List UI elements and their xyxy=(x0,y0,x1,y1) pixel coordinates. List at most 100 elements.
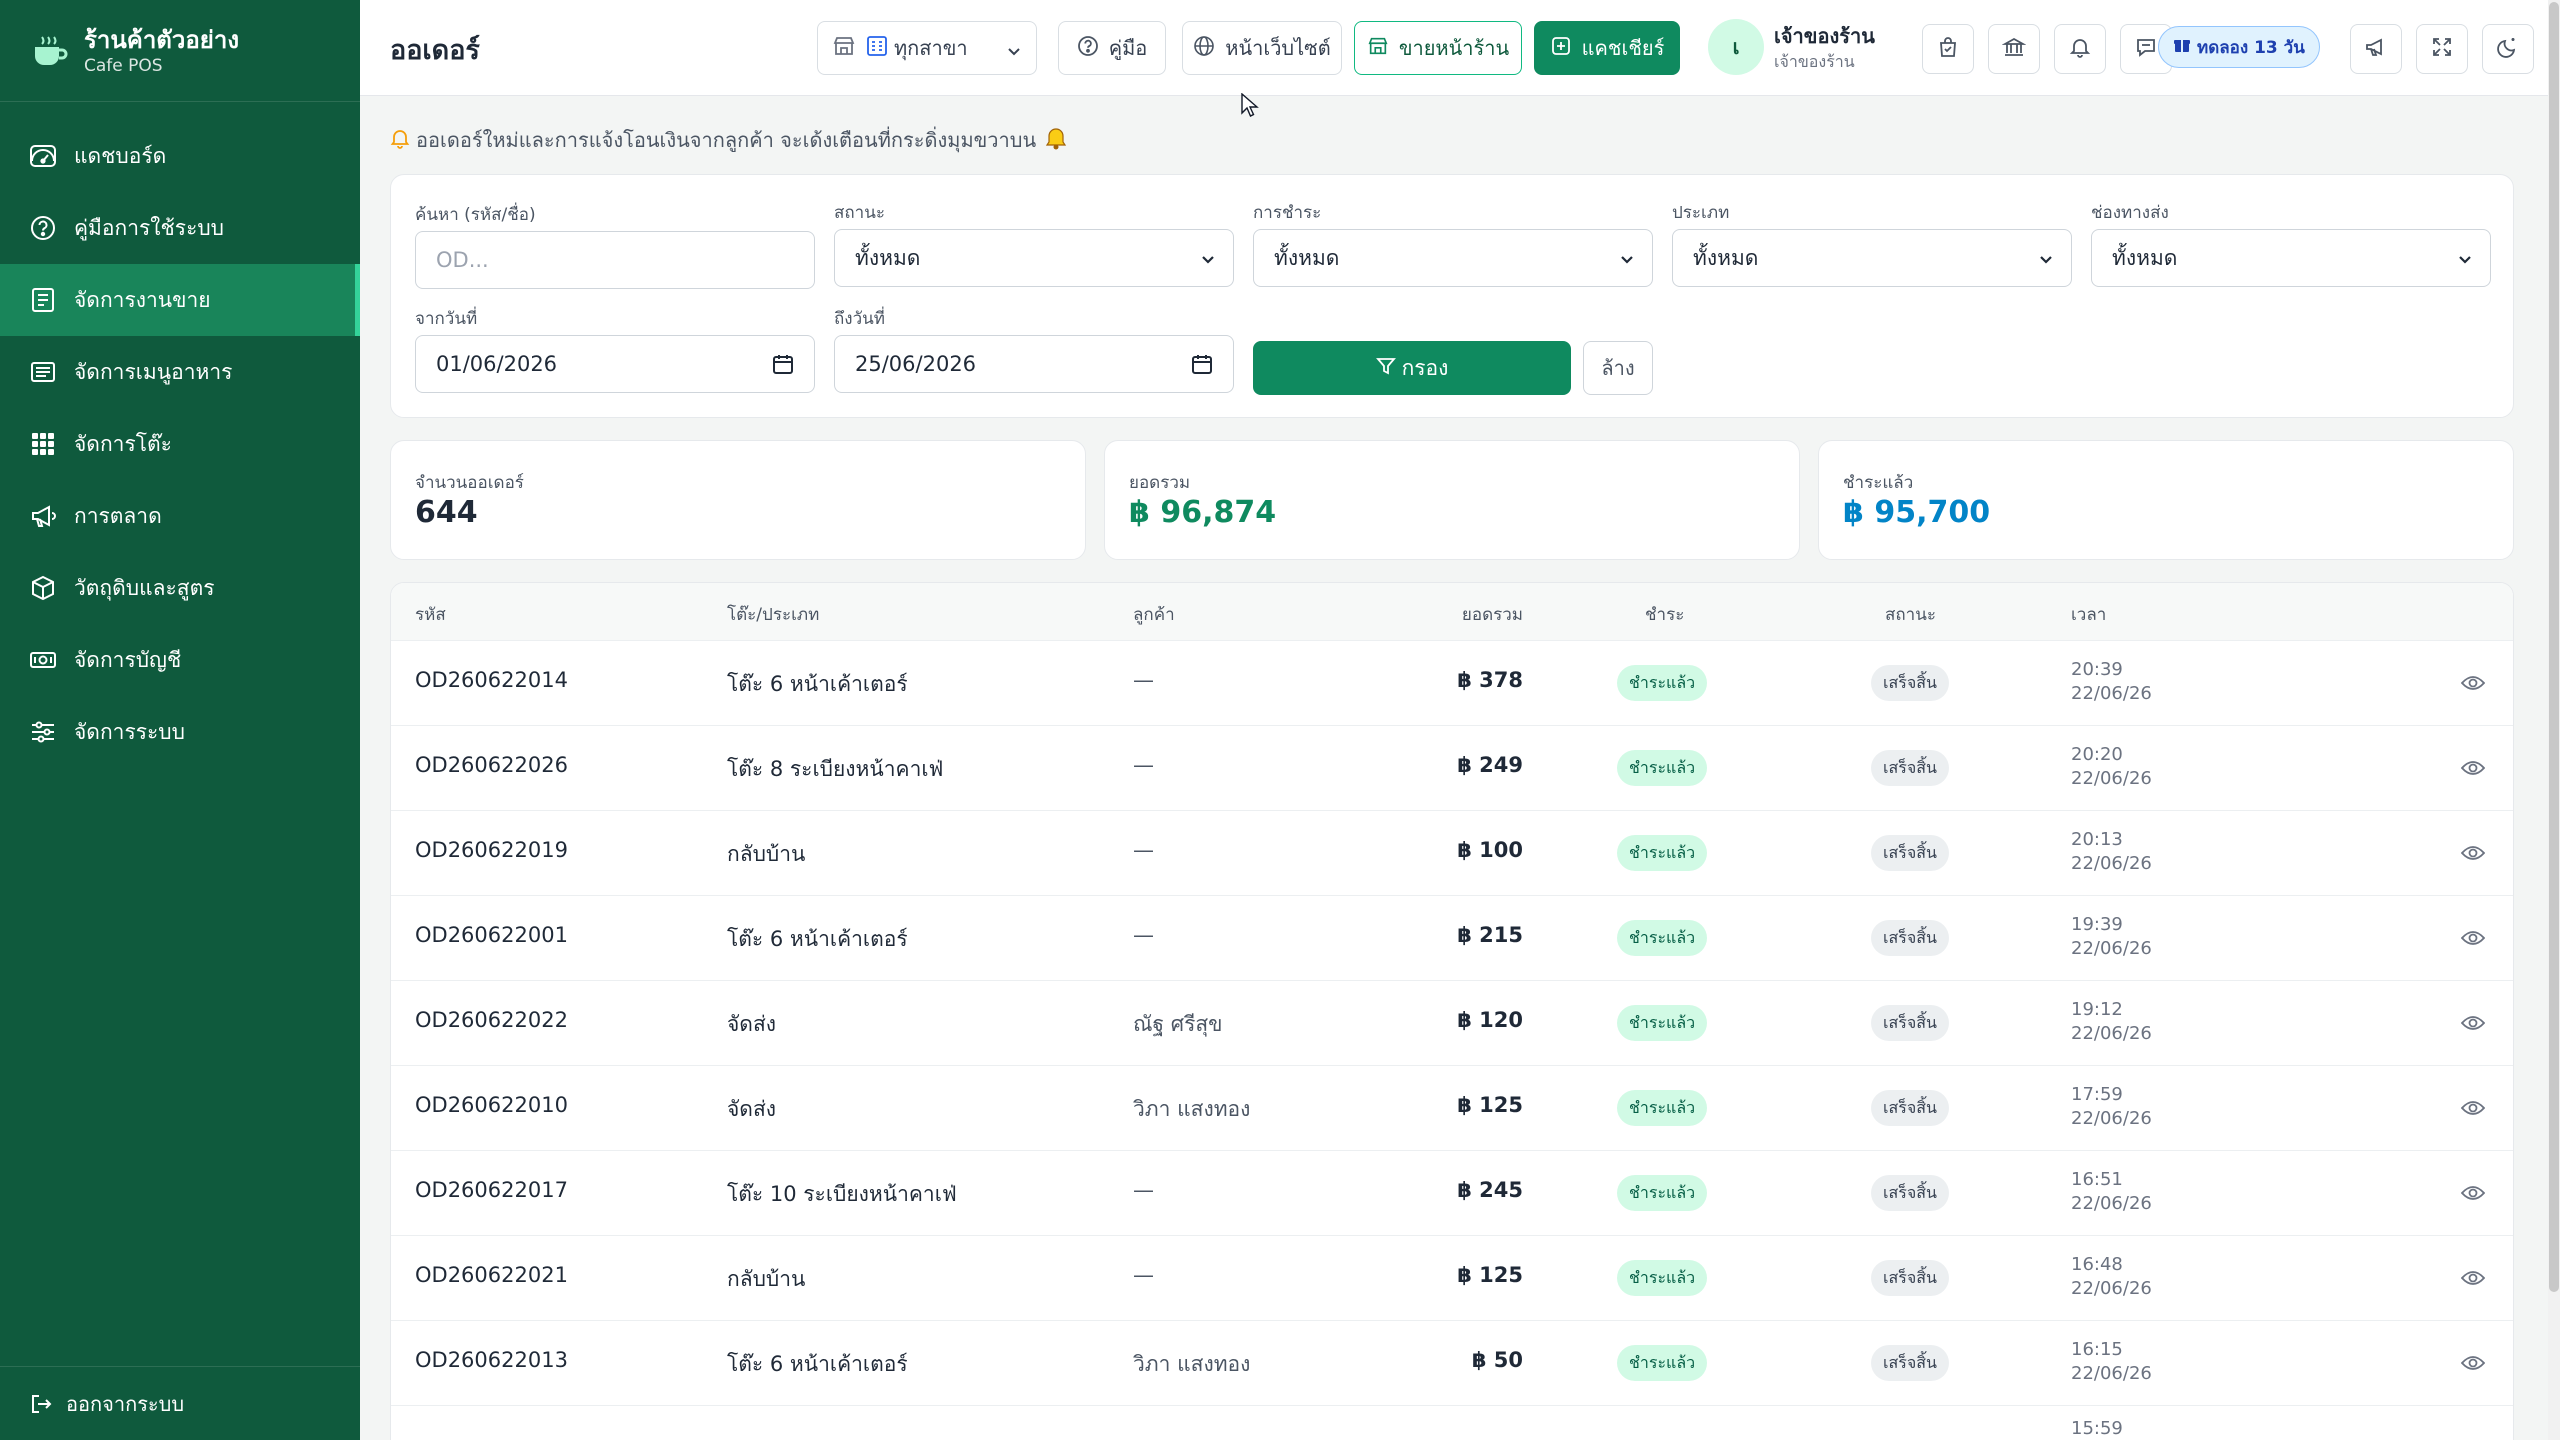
storefront-button[interactable]: ขายหน้าร้าน xyxy=(1354,21,1522,75)
sidebar-item-manual[interactable]: คู่มือการใช้ระบบ xyxy=(0,192,360,264)
announcement-button[interactable] xyxy=(2350,24,2402,74)
column-header-table[interactable]: โต๊ะ/ประเภท xyxy=(727,601,819,628)
order-customer: ณัฐ ศรีสุข xyxy=(1133,1012,1223,1036)
calendar-icon[interactable] xyxy=(772,353,794,380)
calendar-icon[interactable] xyxy=(1191,353,1213,380)
brand[interactable]: ร้านค้าตัวอย่าง Cafe POS xyxy=(0,0,360,102)
filter-icon xyxy=(1375,356,1402,381)
order-code: OD260622017 xyxy=(415,1178,568,1202)
store-icon xyxy=(1367,35,1389,62)
avatar[interactable]: เ xyxy=(1708,19,1764,75)
view-eye-icon[interactable] xyxy=(2460,758,2486,782)
order-time: 16:48 xyxy=(2071,1254,2123,1275)
branch-select[interactable]: ทุกสาขา xyxy=(817,21,1037,75)
view-eye-icon[interactable] xyxy=(2460,843,2486,867)
table-row[interactable]: OD260622021 กลับบ้าน — ฿ 125 ชำระแล้ว เส… xyxy=(391,1236,2513,1321)
payment-label: การชำระ xyxy=(1253,203,1322,223)
trial-badge[interactable]: ทดลอง 13 วัน xyxy=(2158,26,2320,68)
order-date: 22/06/26 xyxy=(2071,1023,2152,1044)
column-header-time[interactable]: เวลา xyxy=(2071,601,2106,628)
settings-sliders-icon xyxy=(28,717,58,747)
theme-toggle-button[interactable] xyxy=(2482,24,2534,74)
payment-badge: ชำระแล้ว xyxy=(1617,1175,1708,1211)
view-eye-icon[interactable] xyxy=(2460,673,2486,697)
stat-orders-value: 644 xyxy=(415,495,478,530)
sidebar-item-ingredients[interactable]: วัตถุดิบและสูตร xyxy=(0,552,360,624)
sidebar-item-sales[interactable]: จัดการงานขาย xyxy=(0,264,360,336)
manual-button[interactable]: คู่มือ xyxy=(1058,21,1166,75)
view-eye-icon[interactable] xyxy=(2460,1268,2486,1292)
sidebar-item-accounting[interactable]: จัดการบัญชี xyxy=(0,624,360,696)
view-eye-icon[interactable] xyxy=(2460,1013,2486,1037)
filter-button[interactable]: กรอง xyxy=(1253,341,1571,395)
box-icon xyxy=(28,573,58,603)
fullscreen-button[interactable] xyxy=(2416,24,2468,74)
order-date: 22/06/26 xyxy=(2071,938,2152,959)
notification-button[interactable] xyxy=(2054,24,2106,74)
view-eye-icon[interactable] xyxy=(2460,928,2486,952)
table-row[interactable]: OD260622019 กลับบ้าน — ฿ 100 ชำระแล้ว เส… xyxy=(391,811,2513,896)
sidebar-item-label: จัดการงานขาย xyxy=(74,287,211,312)
view-eye-icon[interactable] xyxy=(2460,1098,2486,1122)
table-row[interactable]: 15:59 xyxy=(391,1406,2513,1440)
sidebar-item-tables[interactable]: จัดการโต๊ะ xyxy=(0,408,360,480)
chevron-down-icon xyxy=(1006,40,1022,64)
table-row[interactable]: OD260622026 โต๊ะ 8 ระเบียงหน้าคาเฟ่ — ฿ … xyxy=(391,726,2513,811)
table-row[interactable]: OD260622001 โต๊ะ 6 หน้าเค้าเตอร์ — ฿ 215… xyxy=(391,896,2513,981)
order-customer: — xyxy=(1133,923,1154,947)
scrollbar-thumb[interactable] xyxy=(2549,2,2559,1292)
clear-button[interactable]: ล้าง xyxy=(1583,341,1653,395)
help-icon xyxy=(28,213,58,243)
order-date: 22/06/26 xyxy=(2071,1363,2152,1384)
order-code: OD260622026 xyxy=(415,753,568,777)
table-row[interactable]: OD260622013 โต๊ะ 6 หน้าเค้าเตอร์ วิภา แส… xyxy=(391,1321,2513,1406)
search-label: ค้นหา (รหัส/ชื่อ) xyxy=(415,205,536,225)
table-row[interactable]: OD260622022 จัดส่ง ณัฐ ศรีสุข ฿ 120 ชำระ… xyxy=(391,981,2513,1066)
view-eye-icon[interactable] xyxy=(2460,1183,2486,1207)
sidebar-item-dashboard[interactable]: แดชบอร์ด xyxy=(0,120,360,192)
sidebar-item-label: แดชบอร์ด xyxy=(74,143,167,168)
column-header-total[interactable]: ยอดรวม xyxy=(1462,601,1523,628)
order-date: 22/06/26 xyxy=(2071,853,2152,874)
brand-title: ร้านค้าตัวอย่าง xyxy=(84,25,240,54)
to-date-input[interactable]: 25/06/2026 xyxy=(834,335,1234,393)
payment-select[interactable]: ทั้งหมด xyxy=(1253,229,1653,287)
bank-button[interactable] xyxy=(1988,24,2040,74)
payment-select-value: ทั้งหมด xyxy=(1274,245,1340,270)
page-scrollbar[interactable] xyxy=(2548,0,2560,1440)
page-title: ออเดอร์ xyxy=(390,35,480,66)
sidebar-item-system[interactable]: จัดการระบบ xyxy=(0,696,360,768)
payment-badge: ชำระแล้ว xyxy=(1617,1090,1708,1126)
column-header-customer[interactable]: ลูกค้า xyxy=(1133,601,1175,628)
shopping-bag-button[interactable] xyxy=(1922,24,1974,74)
order-customer: วิภา แสงทอง xyxy=(1133,1097,1251,1121)
order-time: 20:39 xyxy=(2071,659,2123,680)
logout-button[interactable]: ออกจากระบบ xyxy=(0,1366,360,1440)
payment-badge: ชำระแล้ว xyxy=(1617,1005,1708,1041)
status-badge: เสร็จสิ้น xyxy=(1871,1090,1949,1126)
order-total: ฿ 249 xyxy=(1457,753,1523,777)
column-header-code[interactable]: รหัส xyxy=(415,601,446,628)
search-input[interactable]: OD... xyxy=(415,231,815,289)
type-select[interactable]: ทั้งหมด xyxy=(1672,229,2072,287)
table-row[interactable]: OD260622014 โต๊ะ 6 หน้าเค้าเตอร์ — ฿ 378… xyxy=(391,641,2513,726)
dashboard-icon xyxy=(28,141,58,171)
cashier-button[interactable]: แคชเชียร์ xyxy=(1534,21,1680,75)
column-header-status[interactable]: สถานะ xyxy=(1885,601,1936,628)
from-date-input[interactable]: 01/06/2026 xyxy=(415,335,815,393)
sidebar-item-marketing[interactable]: การตลาด xyxy=(0,480,360,552)
table-row[interactable]: OD260622017 โต๊ะ 10 ระเบียงหน้าคาเฟ่ — ฿… xyxy=(391,1151,2513,1236)
website-button[interactable]: หน้าเว็บไซต์ xyxy=(1182,21,1342,75)
order-table: จัดส่ง xyxy=(727,1097,777,1121)
column-header-payment[interactable]: ชำระ xyxy=(1645,601,1684,628)
order-total: ฿ 125 xyxy=(1457,1263,1523,1287)
status-badge: เสร็จสิ้น xyxy=(1871,1345,1949,1381)
sidebar-item-menu[interactable]: จัดการเมนูอาหาร xyxy=(0,336,360,408)
channel-select[interactable]: ทั้งหมด xyxy=(2091,229,2491,287)
stat-paid-label: ชำระแล้ว xyxy=(1843,473,1914,493)
stat-total-label: ยอดรวม xyxy=(1129,473,1191,493)
status-select[interactable]: ทั้งหมด xyxy=(834,229,1234,287)
table-row[interactable]: OD260622010 จัดส่ง วิภา แสงทอง ฿ 125 ชำร… xyxy=(391,1066,2513,1151)
payment-badge: ชำระแล้ว xyxy=(1617,920,1708,956)
view-eye-icon[interactable] xyxy=(2460,1353,2486,1377)
